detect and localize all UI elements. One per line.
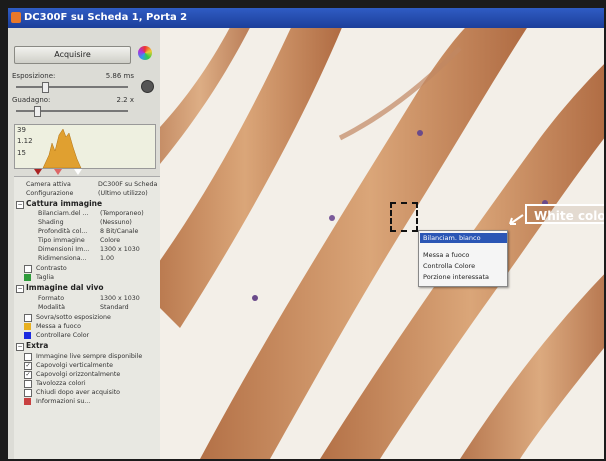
- annotation-callout: White color balance: [525, 204, 604, 224]
- prop-name: Profondità col...: [38, 228, 88, 235]
- exposure-slider[interactable]: [16, 86, 128, 88]
- control-panel: Acquisire Esposizione: 5.86 ms Guadagno:…: [8, 28, 160, 459]
- color-check-label: Controllare Color: [36, 332, 90, 339]
- exposure-label: Esposizione:: [12, 72, 56, 80]
- prop-value[interactable]: DC300F su Scheda: [98, 181, 157, 188]
- context-menu: Bilanciam. bianco Messa a fuoco Controll…: [418, 230, 508, 287]
- menu-item-color-check[interactable]: Controlla Colore: [423, 262, 475, 270]
- info-label[interactable]: Informazioni su...: [36, 398, 90, 405]
- title-bar: DC300F su Scheda 1, Porta 2: [8, 8, 604, 28]
- focus-icon[interactable]: [24, 323, 31, 330]
- prop-name: Formato: [38, 295, 65, 302]
- crop-icon[interactable]: [24, 274, 31, 281]
- region-of-interest-selection[interactable]: [390, 202, 418, 232]
- crop-label: Taglia: [36, 274, 55, 281]
- extra-label: Immagine live sempre disponibile: [36, 353, 143, 360]
- focus-label: Messa a fuoco: [36, 323, 81, 330]
- exposure-slider-thumb[interactable]: [42, 82, 49, 93]
- color-palette-icon[interactable]: [138, 46, 152, 60]
- prop-name: Tipo immagine: [38, 237, 85, 244]
- collapse-capture-icon[interactable]: −: [16, 201, 24, 209]
- extra-label: Capovolgi orizzontalmente: [36, 371, 121, 378]
- prop-value[interactable]: Colore: [100, 237, 120, 244]
- prop-name: Bilanciam.del ...: [38, 210, 89, 217]
- extra-checkbox[interactable]: ✓: [24, 371, 32, 379]
- gain-label: Guadagno:: [12, 96, 51, 104]
- extra-header: Extra: [26, 341, 49, 350]
- over-under-label: Sovra/sotto esposizione: [36, 314, 111, 321]
- arrow-icon: [509, 214, 524, 225]
- prop-value[interactable]: 1.00: [100, 255, 114, 262]
- properties-tree: Camera attiva DC300F su Scheda Configura…: [14, 176, 160, 459]
- prop-name: Configurazione: [26, 190, 74, 197]
- prop-value[interactable]: 8 Bit/Canale: [100, 228, 138, 235]
- auto-exposure-icon[interactable]: [141, 80, 154, 93]
- gain-slider-thumb[interactable]: [34, 106, 41, 117]
- extra-checkbox[interactable]: [24, 353, 32, 361]
- extra-label: Chiudi dopo aver acquisito: [36, 389, 121, 396]
- info-icon[interactable]: [24, 398, 31, 405]
- live-header: Immagine dal vivo: [26, 283, 104, 292]
- white-point-marker-icon[interactable]: [74, 169, 82, 175]
- over-under-checkbox[interactable]: [24, 314, 32, 322]
- prop-value[interactable]: (Temporaneo): [100, 210, 144, 217]
- histogram-graph: [42, 128, 82, 168]
- extra-checkbox[interactable]: [24, 389, 32, 397]
- histogram-label-1: 39: [17, 126, 26, 134]
- gamma-marker-icon[interactable]: [54, 169, 62, 175]
- color-check-icon[interactable]: [24, 332, 31, 339]
- acquire-button[interactable]: Acquisire: [14, 46, 131, 64]
- collapse-extra-icon[interactable]: −: [16, 343, 24, 351]
- gain-value: 2.2 x: [116, 96, 135, 104]
- exposure-value: 5.86 ms: [105, 72, 134, 80]
- live-image-viewport[interactable]: Bilanciam. bianco Messa a fuoco Controll…: [160, 28, 604, 459]
- muscle-tissue-image: [160, 28, 604, 459]
- contrast-checkbox[interactable]: [24, 265, 32, 273]
- extra-checkbox[interactable]: [24, 380, 32, 388]
- histogram-label-2: 1.12: [17, 137, 33, 145]
- histogram-label-3: 15: [17, 149, 26, 157]
- prop-name: Camera attiva: [26, 181, 71, 188]
- prop-value[interactable]: (Nessuno): [100, 219, 132, 226]
- prop-name: Modalità: [38, 304, 65, 311]
- capture-header: Cattura immagine: [26, 199, 103, 208]
- collapse-live-icon[interactable]: −: [16, 285, 24, 293]
- contrast-label: Contrasto: [36, 265, 67, 272]
- histogram: 39 1.12 15: [14, 124, 156, 169]
- extra-label: Capovolgi verticalmente: [36, 362, 114, 369]
- black-point-marker-icon[interactable]: [34, 169, 42, 175]
- screen: DC300F su Scheda 1, Porta 2 Acquisire Es…: [8, 8, 604, 459]
- prop-name: Ridimensiona...: [38, 255, 87, 262]
- extra-checkbox[interactable]: ✓: [24, 362, 32, 370]
- menu-item-region[interactable]: Porzione interessata: [423, 273, 489, 281]
- prop-name: Shading: [38, 219, 64, 226]
- menu-item-focus[interactable]: Messa a fuoco: [423, 251, 469, 259]
- prop-value[interactable]: 1300 x 1030: [100, 295, 140, 302]
- gain-slider[interactable]: [16, 110, 128, 112]
- prop-value[interactable]: Standard: [100, 304, 129, 311]
- menu-item-white-balance[interactable]: Bilanciam. bianco: [420, 233, 507, 243]
- app-icon: [11, 12, 21, 23]
- window-title: DC300F su Scheda 1, Porta 2: [24, 12, 188, 23]
- prop-value[interactable]: (Ultimo utilizzo): [98, 190, 148, 197]
- extra-label: Tavolozza colori: [36, 380, 86, 387]
- prop-value[interactable]: 1300 x 1030: [100, 246, 140, 253]
- prop-name: Dimensioni Im...: [38, 246, 90, 253]
